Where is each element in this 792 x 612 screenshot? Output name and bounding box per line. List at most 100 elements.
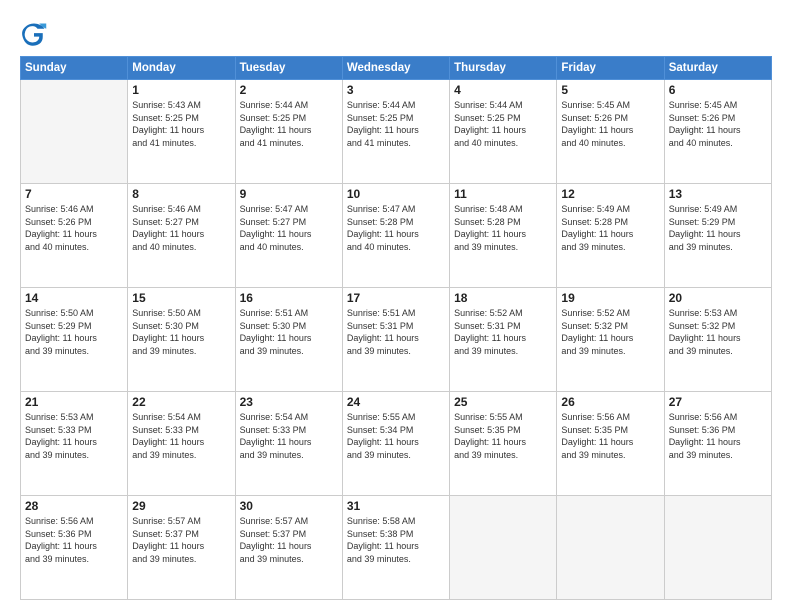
calendar-cell: 23Sunrise: 5:54 AM Sunset: 5:33 PM Dayli… bbox=[235, 392, 342, 496]
calendar-cell: 6Sunrise: 5:45 AM Sunset: 5:26 PM Daylig… bbox=[664, 80, 771, 184]
calendar-cell: 18 Sunrise: 5:52 AM Sunset: 5:31 PM Dayli… bbox=[450, 288, 557, 392]
calendar-cell: 2 Sunrise: 5:44 AM Sunset: 5:25 PM Daylig… bbox=[235, 80, 342, 184]
day-info: Sunrise: 5:53 AM Sunset: 5:33 PM Dayligh… bbox=[25, 411, 123, 461]
days-of-week-row: SundayMondayTuesdayWednesdayThursdayFrid… bbox=[21, 57, 772, 80]
day-number: 15 bbox=[132, 291, 230, 305]
day-info: Sunrise: 5:56 AM Sunset: 5:35 PM Dayligh… bbox=[561, 411, 659, 461]
day-of-week-header: Sunday bbox=[21, 57, 128, 80]
calendar-cell: 11 Sunrise: 5:48 AM Sunset: 5:28 PM Dayli… bbox=[450, 184, 557, 288]
day-info: Sunrise: 5:56 AM Sunset: 5:36 PM Dayligh… bbox=[25, 515, 123, 565]
day-info: Sunrise: 5:46 AM Sunset: 5:27 PM Dayligh… bbox=[132, 203, 230, 253]
day-info: Sunrise: 5:52 AM Sunset: 5:32 PM Dayligh… bbox=[561, 307, 659, 357]
day-info: Sunrise: 5:44 AM Sunset: 5:25 PM Dayligh… bbox=[347, 99, 445, 149]
day-info: Sunrise: 5:43 AM Sunset: 5:25 PM Dayligh… bbox=[132, 99, 230, 149]
calendar-cell: 13 Sunrise: 5:49 AM Sunset: 5:29 PM Dayli… bbox=[664, 184, 771, 288]
day-info: Sunrise: 5:46 AM Sunset: 5:26 PM Dayligh… bbox=[25, 203, 123, 253]
day-of-week-header: Saturday bbox=[664, 57, 771, 80]
calendar-cell: 16 Sunrise: 5:51 AM Sunset: 5:30 PM Dayli… bbox=[235, 288, 342, 392]
day-info: Sunrise: 5:58 AM Sunset: 5:38 PM Dayligh… bbox=[347, 515, 445, 565]
day-info: Sunrise: 5:48 AM Sunset: 5:28 PM Dayligh… bbox=[454, 203, 552, 253]
calendar-cell bbox=[21, 80, 128, 184]
day-info: Sunrise: 5:57 AM Sunset: 5:37 PM Dayligh… bbox=[132, 515, 230, 565]
calendar-header: SundayMondayTuesdayWednesdayThursdayFrid… bbox=[21, 57, 772, 80]
calendar-cell: 27Sunrise: 5:56 AM Sunset: 5:36 PM Dayli… bbox=[664, 392, 771, 496]
day-number: 19 bbox=[561, 291, 659, 305]
day-of-week-header: Monday bbox=[128, 57, 235, 80]
calendar-cell: 25Sunrise: 5:55 AM Sunset: 5:35 PM Dayli… bbox=[450, 392, 557, 496]
calendar-cell: 5Sunrise: 5:45 AM Sunset: 5:26 PM Daylig… bbox=[557, 80, 664, 184]
day-number: 29 bbox=[132, 499, 230, 513]
calendar-cell: 21 Sunrise: 5:53 AM Sunset: 5:33 PM Dayli… bbox=[21, 392, 128, 496]
day-of-week-header: Thursday bbox=[450, 57, 557, 80]
calendar-cell: 3 Sunrise: 5:44 AM Sunset: 5:25 PM Daylig… bbox=[342, 80, 449, 184]
day-number: 10 bbox=[347, 187, 445, 201]
day-of-week-header: Wednesday bbox=[342, 57, 449, 80]
day-number: 8 bbox=[132, 187, 230, 201]
calendar-table: SundayMondayTuesdayWednesdayThursdayFrid… bbox=[20, 56, 772, 600]
calendar-cell: 30Sunrise: 5:57 AM Sunset: 5:37 PM Dayli… bbox=[235, 496, 342, 600]
day-number: 13 bbox=[669, 187, 767, 201]
week-row: 21 Sunrise: 5:53 AM Sunset: 5:33 PM Dayli… bbox=[21, 392, 772, 496]
day-number: 30 bbox=[240, 499, 338, 513]
day-number: 20 bbox=[669, 291, 767, 305]
week-row: 7 Sunrise: 5:46 AM Sunset: 5:26 PM Daylig… bbox=[21, 184, 772, 288]
day-info: Sunrise: 5:44 AM Sunset: 5:25 PM Dayligh… bbox=[240, 99, 338, 149]
calendar-cell bbox=[450, 496, 557, 600]
day-info: Sunrise: 5:50 AM Sunset: 5:30 PM Dayligh… bbox=[132, 307, 230, 357]
day-number: 6 bbox=[669, 83, 767, 97]
day-number: 28 bbox=[25, 499, 123, 513]
logo bbox=[20, 20, 52, 48]
calendar-cell: 28 Sunrise: 5:56 AM Sunset: 5:36 PM Dayli… bbox=[21, 496, 128, 600]
day-number: 16 bbox=[240, 291, 338, 305]
calendar-cell: 9Sunrise: 5:47 AM Sunset: 5:27 PM Daylig… bbox=[235, 184, 342, 288]
calendar-cell: 10 Sunrise: 5:47 AM Sunset: 5:28 PM Dayli… bbox=[342, 184, 449, 288]
day-number: 12 bbox=[561, 187, 659, 201]
calendar-cell: 4Sunrise: 5:44 AM Sunset: 5:25 PM Daylig… bbox=[450, 80, 557, 184]
day-number: 21 bbox=[25, 395, 123, 409]
day-info: Sunrise: 5:54 AM Sunset: 5:33 PM Dayligh… bbox=[132, 411, 230, 461]
day-info: Sunrise: 5:50 AM Sunset: 5:29 PM Dayligh… bbox=[25, 307, 123, 357]
day-number: 17 bbox=[347, 291, 445, 305]
calendar-cell bbox=[557, 496, 664, 600]
day-info: Sunrise: 5:45 AM Sunset: 5:26 PM Dayligh… bbox=[561, 99, 659, 149]
day-number: 24 bbox=[347, 395, 445, 409]
day-number: 18 bbox=[454, 291, 552, 305]
logo-icon bbox=[20, 20, 48, 48]
day-number: 7 bbox=[25, 187, 123, 201]
day-info: Sunrise: 5:51 AM Sunset: 5:30 PM Dayligh… bbox=[240, 307, 338, 357]
day-info: Sunrise: 5:47 AM Sunset: 5:27 PM Dayligh… bbox=[240, 203, 338, 253]
day-of-week-header: Friday bbox=[557, 57, 664, 80]
day-number: 3 bbox=[347, 83, 445, 97]
day-number: 14 bbox=[25, 291, 123, 305]
day-number: 2 bbox=[240, 83, 338, 97]
calendar-cell: 1 Sunrise: 5:43 AM Sunset: 5:25 PM Daylig… bbox=[128, 80, 235, 184]
header bbox=[20, 16, 772, 48]
calendar-cell: 7 Sunrise: 5:46 AM Sunset: 5:26 PM Daylig… bbox=[21, 184, 128, 288]
day-number: 11 bbox=[454, 187, 552, 201]
day-number: 25 bbox=[454, 395, 552, 409]
day-info: Sunrise: 5:52 AM Sunset: 5:31 PM Dayligh… bbox=[454, 307, 552, 357]
day-info: Sunrise: 5:47 AM Sunset: 5:28 PM Dayligh… bbox=[347, 203, 445, 253]
week-row: 14 Sunrise: 5:50 AM Sunset: 5:29 PM Dayli… bbox=[21, 288, 772, 392]
week-row: 28 Sunrise: 5:56 AM Sunset: 5:36 PM Dayli… bbox=[21, 496, 772, 600]
day-info: Sunrise: 5:53 AM Sunset: 5:32 PM Dayligh… bbox=[669, 307, 767, 357]
day-number: 31 bbox=[347, 499, 445, 513]
day-info: Sunrise: 5:54 AM Sunset: 5:33 PM Dayligh… bbox=[240, 411, 338, 461]
day-number: 26 bbox=[561, 395, 659, 409]
calendar-cell: 8 Sunrise: 5:46 AM Sunset: 5:27 PM Daylig… bbox=[128, 184, 235, 288]
calendar-cell: 15 Sunrise: 5:50 AM Sunset: 5:30 PM Dayli… bbox=[128, 288, 235, 392]
page: SundayMondayTuesdayWednesdayThursdayFrid… bbox=[0, 0, 792, 612]
day-info: Sunrise: 5:49 AM Sunset: 5:29 PM Dayligh… bbox=[669, 203, 767, 253]
day-number: 4 bbox=[454, 83, 552, 97]
day-info: Sunrise: 5:51 AM Sunset: 5:31 PM Dayligh… bbox=[347, 307, 445, 357]
calendar-body: 1 Sunrise: 5:43 AM Sunset: 5:25 PM Daylig… bbox=[21, 80, 772, 600]
calendar-cell: 31 Sunrise: 5:58 AM Sunset: 5:38 PM Dayli… bbox=[342, 496, 449, 600]
week-row: 1 Sunrise: 5:43 AM Sunset: 5:25 PM Daylig… bbox=[21, 80, 772, 184]
calendar-cell: 17 Sunrise: 5:51 AM Sunset: 5:31 PM Dayli… bbox=[342, 288, 449, 392]
day-number: 1 bbox=[132, 83, 230, 97]
day-info: Sunrise: 5:55 AM Sunset: 5:34 PM Dayligh… bbox=[347, 411, 445, 461]
day-of-week-header: Tuesday bbox=[235, 57, 342, 80]
day-info: Sunrise: 5:49 AM Sunset: 5:28 PM Dayligh… bbox=[561, 203, 659, 253]
calendar-cell: 12 Sunrise: 5:49 AM Sunset: 5:28 PM Dayli… bbox=[557, 184, 664, 288]
day-info: Sunrise: 5:56 AM Sunset: 5:36 PM Dayligh… bbox=[669, 411, 767, 461]
